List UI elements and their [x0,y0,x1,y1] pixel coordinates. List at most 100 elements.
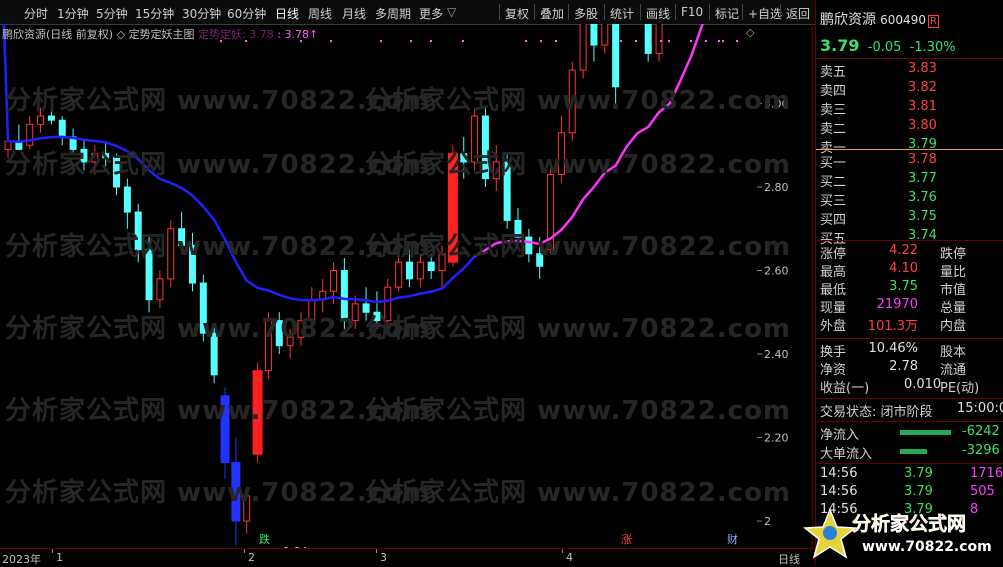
trade-state: 交易状态: 闭市阶段 [820,405,933,420]
toolbar-separator [604,4,605,20]
kline-chart[interactable]: 4.204.003.803.603.403.203.002.802.602.40… [0,0,815,558]
period-tab-1[interactable]: 1分钟 [57,5,89,22]
ask-label: 卖四 [820,84,847,99]
signal-dot [555,40,557,42]
trade-state-row: 交易状态: 闭市阶段 15:00:0 [820,401,1003,420]
tick-price: 3.79 [904,484,933,499]
signal-dot [635,40,637,42]
finance-value: 0.010 [903,377,942,392]
period-tab-5[interactable]: 60分钟 [227,5,266,22]
price-label: 2.60 [764,265,789,278]
divider [816,421,1003,422]
candle [579,0,587,79]
stock-name: 鹏欣资源 [820,12,876,28]
divider [816,398,1003,399]
toolbar-button-1[interactable]: 叠加 [540,5,564,22]
logo-star-icon [802,508,858,559]
price-label: 3.20 [764,24,789,27]
marker-zhang: 涨 [621,533,632,546]
signal-dot [650,40,652,42]
tick-row: 14:56 3.79 505 [820,484,995,501]
ask-level: 卖三 3.81 [820,99,937,118]
candle [655,0,663,62]
candle [601,0,609,54]
toolbar-button-7[interactable]: +自选 [748,5,782,22]
toolbar-button-6[interactable]: 标记 [715,5,739,22]
watermark-text: 分析家公式网 www.70822.com [365,150,792,180]
period-tab-3[interactable]: 15分钟 [135,5,174,22]
finance-label-2: PE(动) [940,381,980,396]
stat-value: 4.10 [889,261,919,276]
toolbar-separator [499,4,500,20]
price-label: 2.80 [764,181,789,194]
toolbar-button-8[interactable]: 返回 [786,5,810,22]
date-tick [562,549,563,553]
ask-label: 卖五 [820,65,847,80]
current-price-line [816,149,1003,150]
period-tab-8[interactable]: 月线 [342,5,366,22]
finance-value: 10.46% [868,341,919,356]
bid-level: 买四 3.75 [820,209,937,228]
stat-row: 现量 21970 总量 [820,297,966,316]
period-tab-4[interactable]: 30分钟 [182,5,221,22]
last-price: 3.79 [820,36,860,55]
toolbar-separator [709,4,710,20]
candle [156,270,164,309]
watermark-text: 分析家公式网 www.70822.com [365,86,792,116]
signal-dot [430,40,432,42]
finance-value: 2.78 [889,359,919,374]
price-label: 2.20 [764,432,789,445]
date-tick [52,549,53,553]
toolbar-separator [640,4,641,20]
candle [590,0,598,62]
ask-level: 卖二 3.80 [820,118,937,137]
dropdown-arrow-icon[interactable]: ▽ [447,5,456,19]
date-tick [376,549,377,553]
signal-dot [380,40,382,42]
stat-value: 3.75 [889,279,919,294]
toolbar-button-0[interactable]: 复权 [505,5,529,22]
diamond-icon[interactable]: ◇ [746,26,755,39]
stat-value: 101.3万 [867,319,919,334]
date-label: 1 [56,551,63,564]
tick-time: 14:56 [820,466,858,481]
ask-label: 卖二 [820,122,847,137]
signal-dot [540,40,542,42]
logo-text: 分析家公式网 [852,512,966,535]
chart-header: 鹏欣资源(日线 前复权) ◇ 定势定妖主图 定势定妖: 3.78 : 3.78↑ [2,26,318,42]
ask-price: 3.83 [908,61,937,76]
toolbar-button-5[interactable]: F10 [681,5,703,19]
bid-price: 3.75 [908,209,937,224]
toolbar-button-4[interactable]: 画线 [646,5,670,22]
price-label: 2.40 [764,348,789,361]
indicator-value: : 3.78↑ [277,28,319,41]
flow-label: 大单流入 [820,447,873,462]
stat-value: 21970 [876,297,919,312]
indicator-name[interactable]: 定势定妖主图 [129,28,195,41]
period-tab-7[interactable]: 周线 [308,5,332,22]
stat-label-2: 总量 [940,301,967,316]
signal-dot [690,40,692,42]
chart-title: 鹏欣资源(日线 前复权) [2,28,114,41]
formula-icon[interactable]: ◇ [117,28,125,41]
price-change-pct: -1.30% [909,40,956,55]
stat-row: 最高 4.10 量比 [820,261,966,280]
date-label: 4 [566,551,573,564]
stat-label-2: 量比 [940,265,967,280]
divider [816,463,1003,464]
period-tab-10[interactable]: 更多 [419,5,443,22]
period-tab-2[interactable]: 5分钟 [96,5,128,22]
signal-dot [705,40,707,42]
period-tab-0[interactable]: 分时 [24,5,48,22]
flow-value: -3296 [962,443,1000,458]
finance-row: 净资 2.78 流通 [820,359,966,378]
toolbar-button-2[interactable]: 多股 [574,5,598,22]
quote-panel: 鹏欣资源 600490 R 3.79 -0.05 -1.30% 卖五 3.83 卖四 3.8… [815,0,1003,565]
period-tab-6[interactable]: 日线 [275,5,299,22]
period-tab-9[interactable]: 多周期 [375,5,411,22]
bid-label: 买三 [820,194,847,209]
flow-row: 大单流入 -3296 [820,443,1000,462]
finance-row: 收益(一) 0.010 PE(动) [820,377,979,396]
toolbar-button-3[interactable]: 统计 [610,5,634,22]
stat-label-2: 跌停 [940,247,967,262]
